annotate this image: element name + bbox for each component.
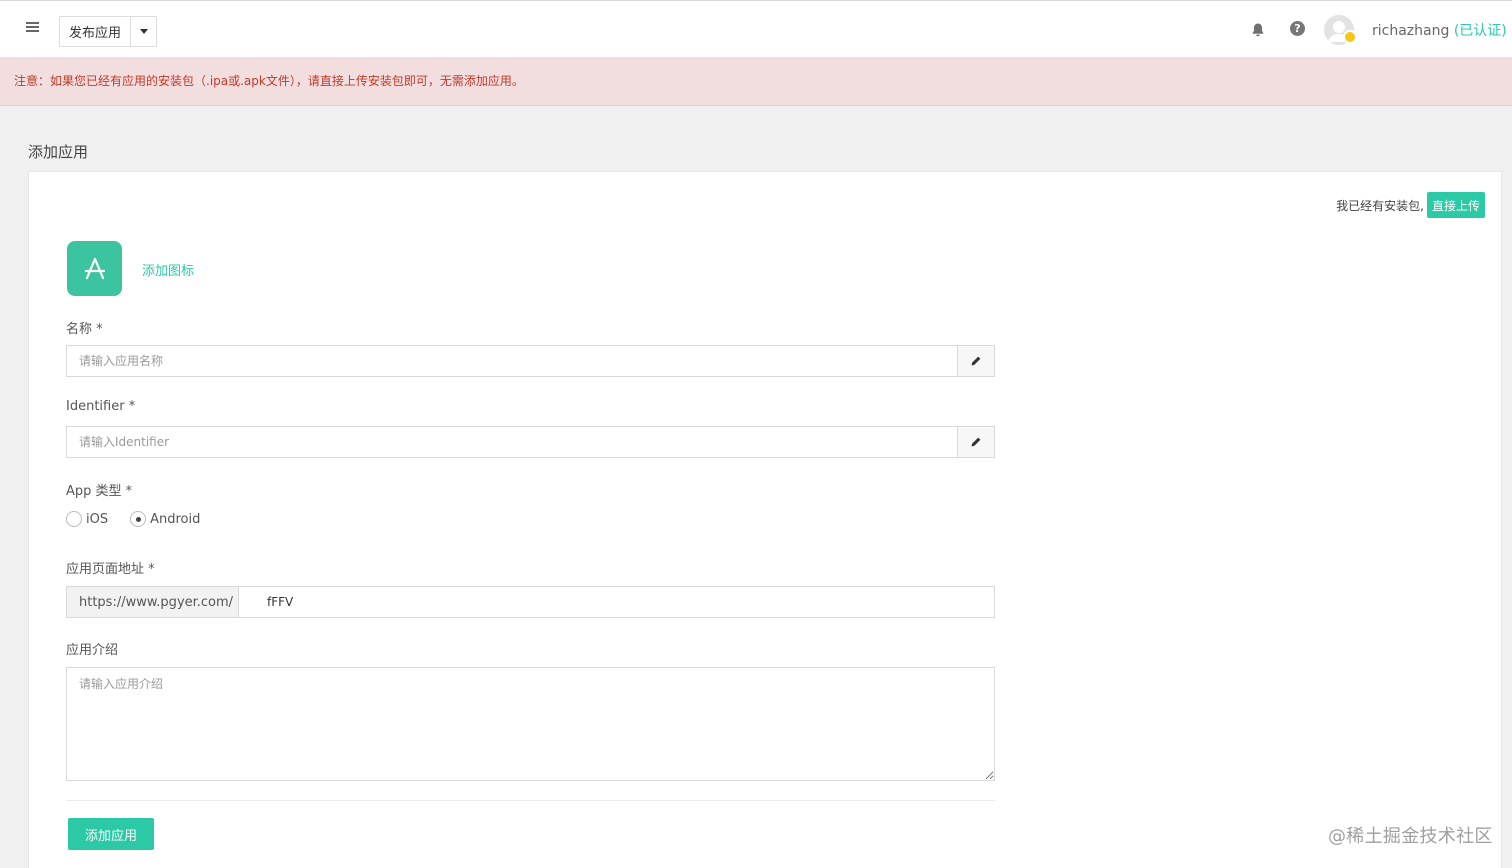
page-url-prefix: https://www.pgyer.com/ [67,587,239,617]
page-url-label: 应用页面地址 * [66,562,155,577]
page-url-input-group: https://www.pgyer.com/ [66,586,995,618]
watermark: @稀土掘金技术社区 [1328,826,1493,847]
identifier-input-group [66,426,995,458]
hamburger-icon[interactable] [24,20,42,38]
name-edit-button[interactable] [957,346,994,376]
name-input[interactable] [67,346,957,376]
identifier-edit-button[interactable] [957,427,994,457]
radio-circle [66,511,82,527]
radio-circle-selected [130,511,147,527]
caret-down-icon [139,29,148,34]
direct-upload-button[interactable]: 直接上传 [1426,192,1485,218]
pencil-icon [971,437,981,447]
top-bar: 发布应用 ? richazhang (已认证) [0,0,1512,58]
identifier-label: Identifier * [66,399,136,414]
page-title: 添加应用 [28,143,89,161]
username: richazhang [1372,23,1450,39]
radio-ios-label: iOS [86,511,109,527]
page-url-input[interactable] [239,587,994,617]
publish-app-dropdown: 发布应用 [59,16,157,47]
verified-label: (已认证) [1453,23,1507,39]
app-store-icon [84,257,105,279]
name-input-group [66,345,995,377]
app-type-label: App 类型 * [66,484,133,499]
name-label: 名称 * [66,322,103,337]
app-icon-placeholder[interactable] [67,241,122,296]
notice-alert: 注意：如果您已经有应用的安装包（.ipa或.apk文件），请直接上传安装包即可，… [0,58,1512,106]
pencil-icon [971,356,981,366]
add-app-submit-button[interactable]: 添加应用 [68,818,154,850]
have-package-text: 我已经有安装包, [1336,198,1424,213]
bell-icon[interactable] [1250,22,1266,38]
publish-app-button[interactable]: 发布应用 [60,17,131,46]
add-app-form-card: 我已经有安装包, 直接上传 添加图标 名称 * Identifier * App… [28,171,1502,868]
divider [66,800,995,801]
radio-android-label: Android [150,511,201,527]
publish-dropdown-toggle[interactable] [131,17,156,46]
add-icon-link[interactable]: 添加图标 [142,260,194,279]
avatar[interactable] [1324,15,1357,45]
radio-ios[interactable]: iOS [66,511,108,527]
user-menu[interactable]: richazhang (已认证) [1372,20,1512,40]
app-type-radio-group: iOS Android [66,511,200,527]
intro-label: 应用介绍 [66,643,119,658]
help-icon[interactable]: ? [1290,21,1305,36]
verified-badge-icon [1343,30,1357,44]
have-package-row: 我已经有安装包, 直接上传 [1336,192,1485,218]
radio-android[interactable]: Android [130,511,200,527]
intro-textarea[interactable] [66,667,995,781]
notice-text: 注意：如果您已经有应用的安装包（.ipa或.apk文件），请直接上传安装包即可，… [14,74,524,88]
identifier-input[interactable] [67,427,957,457]
